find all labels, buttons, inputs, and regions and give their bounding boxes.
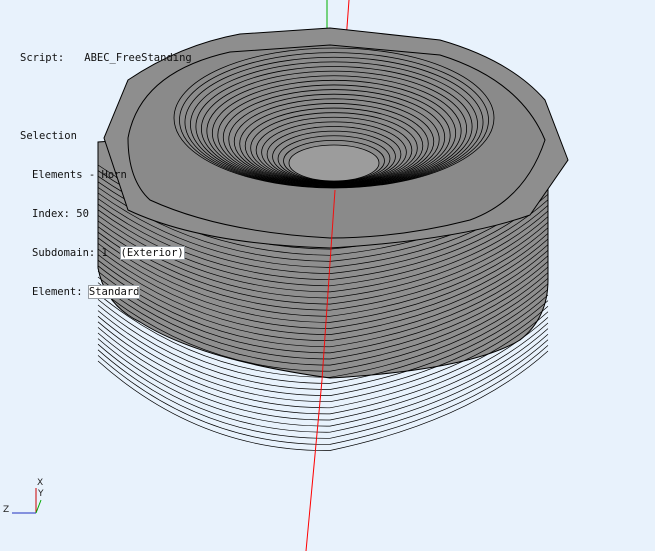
script-value: ABEC_FreeStanding — [84, 52, 192, 64]
selection-element-label: Element: — [32, 286, 89, 298]
selection-index: Index: 50 — [32, 208, 89, 220]
orientation-triad — [12, 488, 42, 514]
selection-heading: Selection — [20, 130, 77, 142]
mouth-ring — [288, 144, 380, 182]
selection-elements: Elements - Horn — [32, 169, 127, 181]
triad-y-line — [35, 499, 42, 514]
triad-x-label: X — [37, 478, 44, 488]
subdomain-highlight: (Exterior) — [119, 246, 185, 260]
selection-subdomain: Subdomain: 1 — [32, 247, 108, 259]
3d-viewport[interactable]: Script: ABEC_FreeStanding Selection Eleme… — [0, 0, 655, 551]
red-axis-bottom — [305, 379, 323, 551]
triad-z-label: Z — [3, 505, 10, 515]
script-label: Script: — [20, 52, 65, 64]
selection-info-panel: Script: ABEC_FreeStanding Selection Eleme… — [20, 26, 192, 325]
horn-mouth-rings — [173, 47, 495, 189]
triad-y-label: Y — [38, 489, 44, 499]
element-highlight: Standard — [87, 285, 141, 299]
